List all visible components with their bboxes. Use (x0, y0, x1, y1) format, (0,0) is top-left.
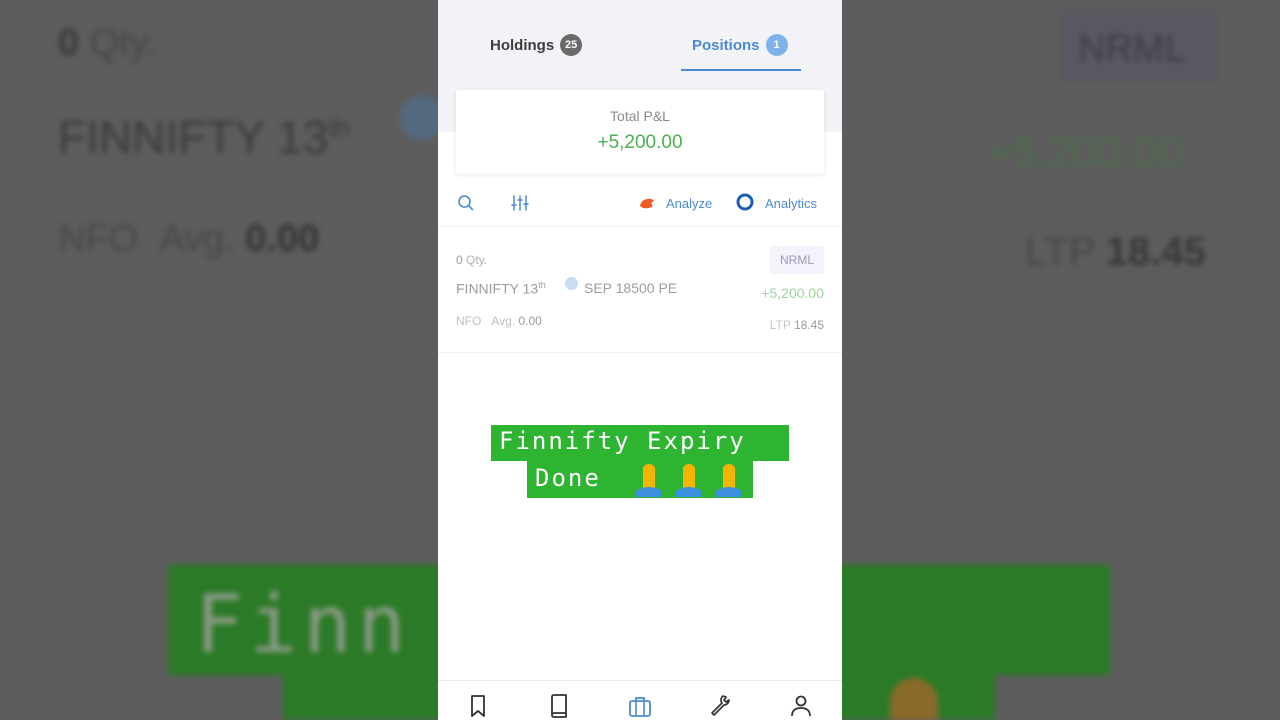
bg-exchange-avg: NFO Avg. 0.00 (58, 218, 320, 260)
bg-qty: 0 Qty. (58, 22, 157, 64)
bookmark-icon[interactable] (466, 693, 490, 719)
book-icon[interactable] (547, 693, 571, 719)
search-icon[interactable] (456, 193, 476, 213)
analyze-link[interactable]: Analyze (666, 196, 712, 211)
positions-count-badge: 1 (765, 34, 788, 56)
position-contract: SEP 18500 PE (584, 280, 678, 296)
bottom-nav (438, 680, 842, 720)
bg-pnl: +5,200.00 (985, 128, 1182, 177)
folded-hands-icon (636, 464, 742, 497)
wrench-icon[interactable] (708, 693, 732, 719)
total-pnl-label: Total P&L (610, 108, 670, 124)
analytics-link[interactable]: Analytics (765, 196, 817, 211)
tab-positions-label: Positions (692, 36, 760, 54)
position-ltp: LTP 18.45 (769, 318, 824, 332)
bg-ltp: LTP 18.45 (1025, 230, 1206, 274)
divider (438, 352, 842, 353)
tab-holdings-label: Holdings (490, 36, 555, 54)
user-icon[interactable] (789, 693, 813, 719)
bg-product-badge: NRML (1060, 10, 1218, 82)
divider (438, 226, 842, 227)
caption-line-1: Finnifty Expiry (499, 427, 746, 455)
weekly-expiry-dot (565, 277, 578, 290)
positions-toolbar: Analyze Analytics (438, 190, 842, 218)
position-symbol: FINNIFTY 13th (456, 280, 546, 297)
analytics-icon[interactable] (736, 193, 754, 211)
bg-hand-emoji (890, 678, 938, 720)
position-exchange-avg: NFO Avg. 0.00 (456, 314, 542, 328)
position-row[interactable]: 0 Qty. NRML FINNIFTY 13th SEP 18500 PE +… (438, 238, 842, 354)
briefcase-icon[interactable] (628, 693, 652, 719)
total-pnl-value: +5,200.00 (597, 132, 683, 153)
position-pnl: +5,200.00 (761, 285, 824, 301)
caption-line-2: Done (535, 464, 601, 492)
sliders-icon[interactable] (510, 193, 530, 213)
product-badge: NRML (770, 246, 824, 274)
position-qty: 0 Qty. (456, 253, 488, 267)
tab-positions[interactable]: Positions 1 (692, 33, 788, 57)
analyze-icon[interactable] (639, 196, 655, 210)
tab-holdings[interactable]: Holdings 25 (490, 33, 583, 57)
total-pnl-card: Total P&L +5,200.00 (456, 90, 824, 174)
phone-screen: Holdings 25 Positions 1 Total P&L +5,200… (438, 0, 842, 720)
bg-symbol: FINNIFTY 13th (58, 111, 350, 163)
holdings-count-badge: 25 (560, 34, 583, 56)
active-tab-indicator (681, 69, 801, 71)
